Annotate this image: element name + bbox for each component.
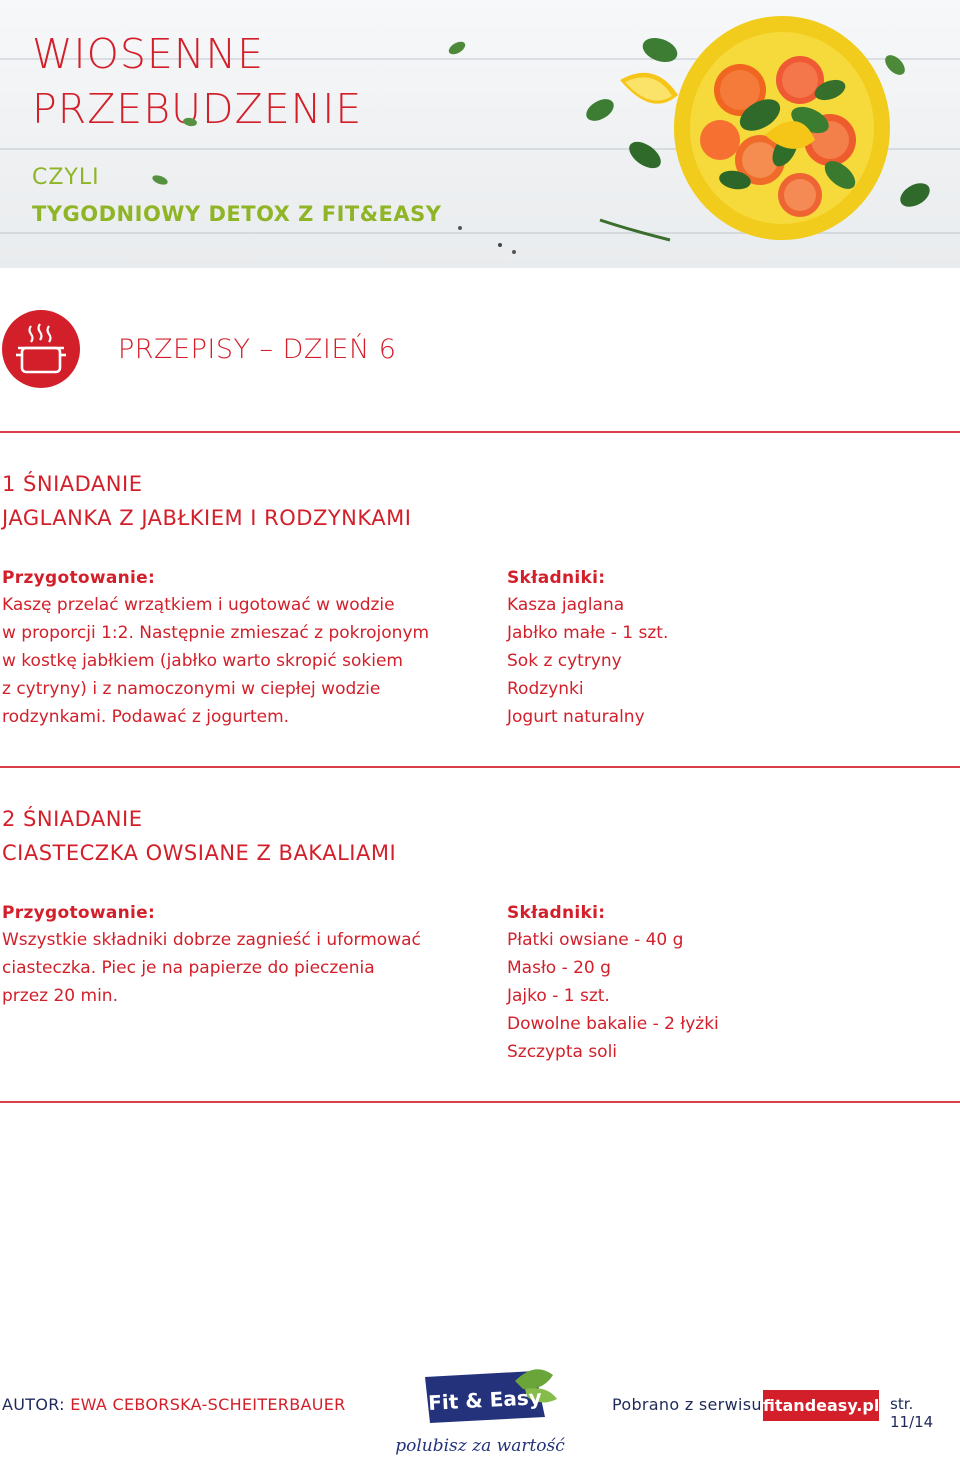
meal-2-ingredients: Płatki owsiane - 40 g Masło - 20 g Jajko… <box>507 926 719 1066</box>
salad-plate-image <box>586 16 930 242</box>
page-number: str. 11/14 <box>890 1395 934 1431</box>
author-name: EWA CEBORSKA-SCHEITERBAUER <box>70 1395 346 1414</box>
meal-2-prep-label: Przygotowanie: <box>2 903 156 923</box>
meal-1-ingredients: Kasza jaglana Jabłko małe - 1 szt. Sok z… <box>507 591 668 731</box>
ingredient-item: Kasza jaglana <box>507 595 625 615</box>
meal-1-ingredients-label: Składniki: <box>507 568 606 588</box>
meal-2-prep-text: Wszystkie składniki dobrze zagnieść i uf… <box>2 926 421 1010</box>
header-banner: WIOSENNE PRZEBUDZENIE CZYLI TYGODNIOWY D… <box>0 0 960 268</box>
ingredient-item: Szczypta soli <box>507 1042 618 1062</box>
prep-line: w kostkę jabłkiem (jabłko warto skropić … <box>2 651 403 671</box>
fit-easy-logo: Fit & Easy polubisz za wartość <box>395 1369 565 1456</box>
meal-2-ingredients-label: Składniki: <box>507 903 606 923</box>
ingredient-item: Rodzynki <box>507 679 584 699</box>
meal-2-name: CIASTECZKA OWSIANE Z BAKALIAMI <box>2 841 397 865</box>
prep-line: ciasteczka. Piec je na papierze do piecz… <box>2 958 375 978</box>
ingredient-item: Jajko - 1 szt. <box>507 986 610 1006</box>
meal-1-number: 1 ŚNIADANIE <box>2 472 143 496</box>
meal-1-prep-text: Kaszę przelać wrzątkiem i ugotować w wod… <box>2 591 429 731</box>
ingredient-item: Jabłko małe - 1 szt. <box>507 623 669 643</box>
meal-2-number: 2 ŚNIADANIE <box>2 807 143 831</box>
author: AUTOR: EWA CEBORSKA-SCHEITERBAUER <box>2 1395 346 1414</box>
downloaded-label: Pobrano z serwisu: <box>612 1395 768 1414</box>
prep-line: w proporcji 1:2. Następnie zmieszać z po… <box>2 623 430 643</box>
ingredient-item: Dowolne bakalie - 2 łyżki <box>507 1014 719 1034</box>
prep-line: rodzynkami. Podawać z jogurtem. <box>2 707 290 727</box>
ingredient-item: Płatki owsiane - 40 g <box>507 930 684 950</box>
cooking-pot-icon <box>2 310 80 388</box>
ingredient-item: Jogurt naturalny <box>507 707 645 727</box>
divider <box>0 766 960 768</box>
prep-line: z cytryny) i z namoczonymi w ciepłej wod… <box>2 679 381 699</box>
ingredient-item: Masło - 20 g <box>507 958 611 978</box>
subtitle-czyli: CZYLI <box>32 165 100 190</box>
prep-line: Wszystkie składniki dobrze zagnieść i uf… <box>2 930 421 950</box>
divider <box>0 1101 960 1103</box>
section-title: PRZEPISY – DZIEŃ 6 <box>118 334 397 365</box>
slogan: polubisz za wartość <box>395 1436 565 1456</box>
divider <box>0 431 960 433</box>
decorative-leaves <box>152 41 516 254</box>
ingredient-item: Sok z cytryny <box>507 651 622 671</box>
meal-1-prep-label: Przygotowanie: <box>2 568 156 588</box>
author-label: AUTOR: <box>2 1395 65 1414</box>
site-link[interactable]: fitandeasy.pl <box>763 1390 879 1421</box>
meal-1-name: JAGLANKA Z JABŁKIEM I RODZYNKAMI <box>2 506 412 530</box>
prep-line: przez 20 min. <box>2 986 118 1006</box>
prep-line: Kaszę przelać wrzątkiem i ugotować w wod… <box>2 595 395 615</box>
